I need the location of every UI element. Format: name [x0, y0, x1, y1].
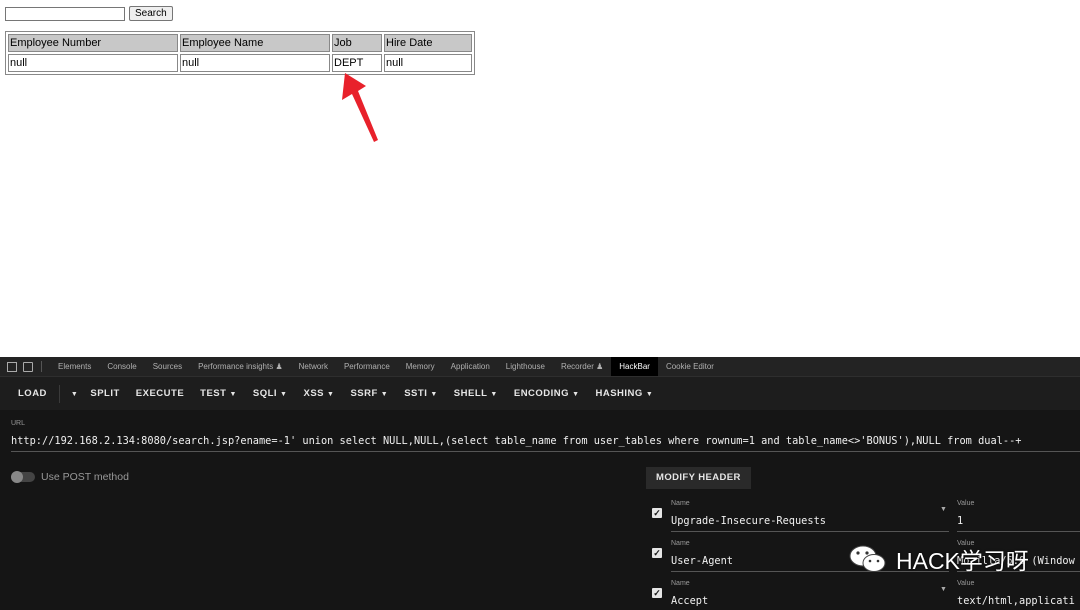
- shell-menu-button[interactable]: SHELL ▼: [446, 377, 506, 410]
- divider: [41, 361, 42, 372]
- column-header-employee-name: Employee Name: [180, 34, 330, 52]
- wechat-logo-icon: [849, 545, 886, 572]
- ssti-label: SSTI: [404, 388, 428, 399]
- name-underline: [671, 531, 949, 532]
- split-button[interactable]: SPLIT: [82, 377, 127, 410]
- header-enabled-checkbox[interactable]: ✓: [652, 548, 662, 558]
- header-name-input[interactable]: Accept: [671, 595, 708, 607]
- tab-recorder[interactable]: Recorder ♟: [553, 357, 611, 376]
- tab-cookie-editor[interactable]: Cookie Editor: [658, 357, 722, 376]
- table-cell: null: [8, 54, 178, 72]
- shell-label: SHELL: [453, 388, 488, 399]
- table-cell: null: [180, 54, 330, 72]
- ssrf-menu-button[interactable]: SSRF ▼: [342, 377, 396, 410]
- header-name-input[interactable]: Upgrade-Insecure-Requests: [671, 515, 826, 527]
- toggle-switch[interactable]: [11, 471, 35, 483]
- url-field[interactable]: URL http://192.168.2.134:8080/search.jsp…: [0, 409, 1080, 457]
- hashing-label: HASHING: [595, 388, 643, 399]
- watermark-text: HACK学习呀: [896, 548, 1029, 574]
- value-underline: [957, 531, 1080, 532]
- watermark: HACK学习呀: [848, 542, 1029, 576]
- value-label: Value: [957, 500, 975, 507]
- hashing-menu-button[interactable]: HASHING ▼: [588, 377, 662, 410]
- header-name-input[interactable]: User-Agent: [671, 555, 733, 567]
- tab-hackbar[interactable]: HackBar: [611, 357, 658, 376]
- dropdown-caret-icon[interactable]: ▼: [940, 586, 947, 593]
- url-input[interactable]: http://192.168.2.134:8080/search.jsp?ena…: [11, 435, 1021, 447]
- employee-table: Employee Number Employee Name Job Hire D…: [5, 31, 475, 75]
- toggle-knob: [11, 471, 23, 483]
- search-input[interactable]: [5, 6, 125, 21]
- divider: [58, 384, 60, 403]
- devtools-panel: Elements Console Sources Performance ins…: [0, 357, 1080, 610]
- test-menu-button[interactable]: TEST ▼: [192, 377, 245, 410]
- encoding-menu-button[interactable]: ENCODING ▼: [506, 377, 588, 410]
- tab-performance-insights[interactable]: Performance insights ♟: [190, 357, 291, 376]
- header-value-input[interactable]: 1: [957, 515, 963, 527]
- dropdown-caret-icon[interactable]: ▼: [940, 506, 947, 513]
- load-button[interactable]: LOAD: [10, 377, 55, 410]
- red-arrow-annotation: [342, 73, 378, 142]
- caret-down-icon: ▼: [229, 391, 237, 398]
- sqli-label: SQLI: [252, 388, 278, 399]
- table-cell: null: [384, 54, 472, 72]
- search-button[interactable]: Search: [129, 6, 173, 21]
- test-label: TEST: [200, 388, 227, 399]
- header-enabled-checkbox[interactable]: ✓: [652, 508, 662, 518]
- caret-down-icon: ▼: [645, 391, 654, 398]
- column-header-job: Job: [332, 34, 382, 52]
- execute-button[interactable]: EXECUTE: [128, 377, 192, 410]
- caret-down-icon: ▼: [572, 391, 580, 398]
- devtools-tab-bar: Elements Console Sources Performance ins…: [0, 357, 1080, 377]
- tab-performance[interactable]: Performance: [336, 357, 398, 376]
- web-page: Search Employee Number Employee Name Job…: [0, 0, 1080, 357]
- column-header-employee-number: Employee Number: [8, 34, 178, 52]
- xss-menu-button[interactable]: XSS ▼: [295, 377, 342, 410]
- url-label: URL: [11, 420, 26, 427]
- ssti-menu-button[interactable]: SSTI ▼: [396, 377, 446, 410]
- tab-sources[interactable]: Sources: [145, 357, 190, 376]
- caret-down-icon: ▼: [380, 391, 389, 398]
- post-method-label: Use POST method: [41, 471, 129, 483]
- tab-lighthouse[interactable]: Lighthouse: [498, 357, 553, 376]
- post-method-toggle[interactable]: Use POST method: [11, 471, 129, 483]
- tab-console[interactable]: Console: [99, 357, 144, 376]
- url-underline: [11, 451, 1080, 452]
- name-label: Name: [671, 500, 690, 507]
- xss-label: XSS: [303, 388, 324, 399]
- tab-application[interactable]: Application: [443, 357, 498, 376]
- inspect-icon[interactable]: [7, 361, 17, 372]
- tab-network[interactable]: Network: [291, 357, 336, 376]
- header-row: ✓ Name Upgrade-Insecure-Requests ▼ Value…: [646, 496, 1080, 536]
- ssrf-label: SSRF: [350, 388, 378, 399]
- encoding-label: ENCODING: [513, 388, 570, 399]
- caret-down-icon: ▼: [490, 391, 498, 398]
- name-label: Name: [671, 580, 690, 587]
- header-enabled-checkbox[interactable]: ✓: [652, 588, 662, 598]
- sqli-menu-button[interactable]: SQLI ▼: [245, 377, 296, 410]
- name-label: Name: [671, 540, 690, 547]
- load-dropdown-caret-icon[interactable]: ▼: [64, 377, 82, 410]
- column-header-hire-date: Hire Date: [384, 34, 472, 52]
- hackbar-toolbar: LOAD ▼ SPLIT EXECUTE TEST ▼ SQLI ▼ XSS ▼ SS…: [0, 377, 1080, 410]
- header-value-input[interactable]: text/html,applicati: [957, 595, 1080, 607]
- tab-memory[interactable]: Memory: [398, 357, 443, 376]
- table-row: null null DEPT null: [8, 54, 472, 72]
- caret-down-icon: ▼: [280, 391, 288, 398]
- search-form: Search: [5, 6, 173, 21]
- value-label: Value: [957, 580, 975, 587]
- modify-header-button[interactable]: MODIFY HEADER: [646, 467, 751, 489]
- tab-elements[interactable]: Elements: [50, 357, 99, 376]
- caret-down-icon: ▼: [430, 391, 438, 398]
- table-header-row: Employee Number Employee Name Job Hire D…: [8, 34, 472, 52]
- device-toolbar-icon[interactable]: [23, 361, 33, 372]
- caret-down-icon: ▼: [327, 391, 335, 398]
- header-row: ✓ Name Accept ▼ Value text/html,applicat…: [646, 576, 1080, 610]
